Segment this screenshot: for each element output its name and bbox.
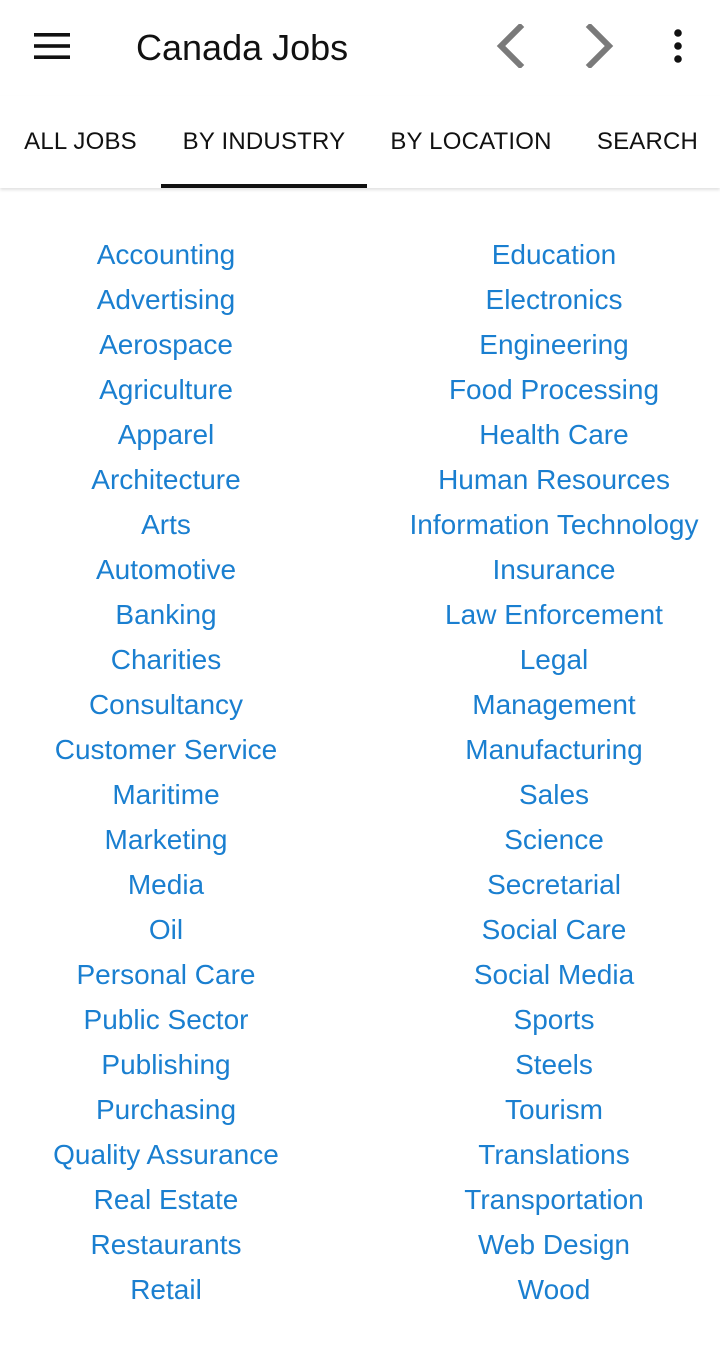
industry-link[interactable]: Legal xyxy=(388,637,720,682)
industry-link[interactable]: Sports xyxy=(388,997,720,1042)
industry-link[interactable]: Management xyxy=(388,682,720,727)
industry-link[interactable]: Human Resources xyxy=(388,457,720,502)
industry-column-left: Accounting Advertising Aerospace Agricul… xyxy=(0,232,332,1312)
more-options-button[interactable] xyxy=(654,20,702,72)
industry-link[interactable]: Publishing xyxy=(0,1042,332,1087)
more-vert-icon xyxy=(674,29,682,63)
chevron-left-icon xyxy=(496,24,525,68)
industry-column-right: Education Electronics Engineering Food P… xyxy=(388,232,720,1312)
industry-link[interactable]: Agriculture xyxy=(0,367,332,412)
industry-link[interactable]: Information Technology xyxy=(388,502,720,547)
industry-link[interactable]: Sales xyxy=(388,772,720,817)
industry-link[interactable]: Architecture xyxy=(0,457,332,502)
app-title: Canada Jobs xyxy=(136,27,349,68)
industry-link[interactable]: Personal Care xyxy=(0,952,332,997)
industry-link[interactable]: Automotive xyxy=(0,547,332,592)
industry-link[interactable]: Aerospace xyxy=(0,322,332,367)
industry-link[interactable]: Manufacturing xyxy=(388,727,720,772)
industry-link[interactable]: Restaurants xyxy=(0,1222,332,1267)
industry-link[interactable]: Transportation xyxy=(388,1177,720,1222)
industry-link[interactable]: Arts xyxy=(0,502,332,547)
tab-all-jobs[interactable]: ALL JOBS xyxy=(0,96,161,188)
industry-link[interactable]: Marketing xyxy=(0,817,332,862)
industry-link[interactable]: Real Estate xyxy=(0,1177,332,1222)
industry-link[interactable]: Secretarial xyxy=(388,862,720,907)
industry-link[interactable]: Engineering xyxy=(388,322,720,367)
hamburger-menu-icon xyxy=(34,33,70,59)
industry-link[interactable]: Tourism xyxy=(388,1087,720,1132)
industry-link[interactable]: Consultancy xyxy=(0,682,332,727)
industry-link[interactable]: Web Design xyxy=(388,1222,720,1267)
industry-link[interactable]: Public Sector xyxy=(0,997,332,1042)
industry-link[interactable]: Oil xyxy=(0,907,332,952)
industry-link[interactable]: Science xyxy=(388,817,720,862)
industry-link[interactable]: Apparel xyxy=(0,412,332,457)
menu-button[interactable] xyxy=(24,22,80,70)
industry-link[interactable]: Banking xyxy=(0,592,332,637)
industry-link[interactable]: Steels xyxy=(388,1042,720,1087)
industry-link[interactable]: Purchasing xyxy=(0,1087,332,1132)
back-button[interactable] xyxy=(482,20,538,72)
industry-link[interactable]: Food Processing xyxy=(388,367,720,412)
industry-link[interactable]: Health Care xyxy=(388,412,720,457)
industry-link[interactable]: Translations xyxy=(388,1132,720,1177)
tab-search[interactable]: SEARCH xyxy=(575,96,720,188)
industry-link[interactable]: Advertising xyxy=(0,277,332,322)
industry-link[interactable]: Customer Service xyxy=(0,727,332,772)
industry-link[interactable]: Media xyxy=(0,862,332,907)
selected-tab-indicator xyxy=(161,184,367,188)
tab-by-location[interactable]: BY LOCATION xyxy=(367,96,575,188)
tab-by-industry[interactable]: BY INDUSTRY xyxy=(161,96,367,188)
tab-bar: ALL JOBS BY INDUSTRY BY LOCATION SEARCH xyxy=(0,96,720,188)
industry-link[interactable]: Law Enforcement xyxy=(388,592,720,637)
app-screen: Canada Jobs ALL JOBS BY INDUSTRY BY LOCA… xyxy=(0,0,720,1360)
industry-link[interactable]: Education xyxy=(388,232,720,277)
industry-link[interactable]: Retail xyxy=(0,1267,332,1312)
forward-button[interactable] xyxy=(572,20,628,72)
industry-link[interactable]: Wood xyxy=(388,1267,720,1312)
app-toolbar: Canada Jobs xyxy=(0,0,720,96)
industry-link[interactable]: Social Media xyxy=(388,952,720,997)
industry-link[interactable]: Social Care xyxy=(388,907,720,952)
industry-link[interactable]: Insurance xyxy=(388,547,720,592)
industry-link[interactable]: Maritime xyxy=(0,772,332,817)
industry-link[interactable]: Electronics xyxy=(388,277,720,322)
industry-link[interactable]: Charities xyxy=(0,637,332,682)
chevron-right-icon xyxy=(585,24,614,68)
industry-link[interactable]: Quality Assurance xyxy=(0,1132,332,1177)
industry-link[interactable]: Accounting xyxy=(0,232,332,277)
